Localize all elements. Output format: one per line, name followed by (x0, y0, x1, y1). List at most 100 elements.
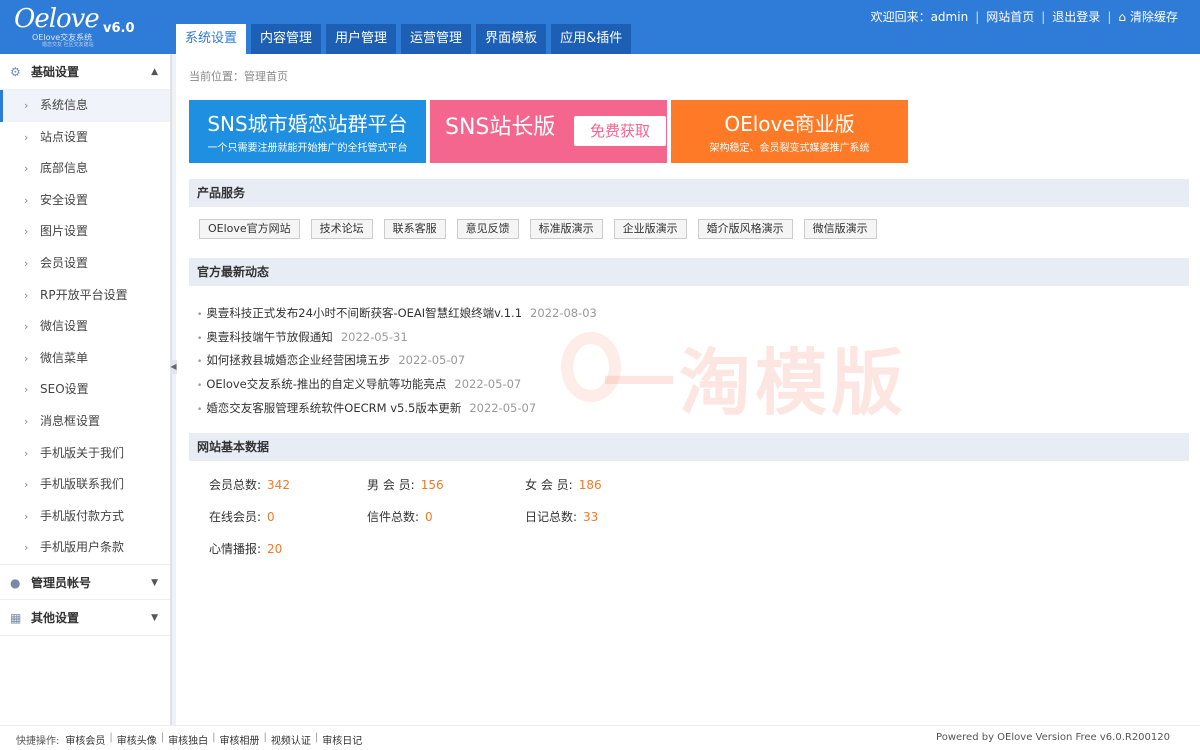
clear-cache-label: 清除缓存 (1129, 10, 1178, 24)
sidebar-item-rp-platform[interactable]: › RP开放平台设置 (0, 280, 170, 312)
chevron-right-icon: › (24, 193, 29, 207)
caret-down-icon: ▼ (151, 612, 158, 623)
brush-icon: ⌂ (1118, 10, 1126, 24)
chevron-right-icon: › (24, 162, 29, 176)
news-title[interactable]: 如何拯救县城婚恋企业经营困境五步 (206, 353, 390, 367)
banner-title: SNS站长版 (445, 115, 556, 140)
sidebar-item-footer-info[interactable]: › 底部信息 (0, 153, 170, 185)
header-links: 欢迎回来：admin | 网站首页 | 退出登录 | ⌂ 清除缓存 (871, 8, 1178, 25)
tab-operations-management[interactable]: 运营管理 (401, 24, 472, 54)
wechat-demo-button[interactable]: 微信版演示 (803, 219, 877, 239)
section-header-services: 产品服务 (189, 179, 1189, 207)
list-item[interactable]: • 奥壹科技端午节放假通知 2022-05-31 (197, 326, 597, 350)
sidebar-item-image-settings[interactable]: › 图片设置 (0, 216, 170, 248)
enterprise-demo-button[interactable]: 企业版演示 (613, 219, 687, 239)
sidebar-splitter[interactable] (171, 54, 176, 725)
official-site-button[interactable]: OElove官方网站 (199, 219, 300, 239)
quick-video-verify[interactable]: 视频认证 (271, 732, 311, 747)
sidebar-item-system-info[interactable]: › 系统信息 (0, 90, 170, 122)
tab-system-settings[interactable]: 系统设置 (176, 24, 247, 54)
main-content: 当前位置：管理首页 SNS城市婚恋站群平台 一个只需要注册就能开始推广的全托管式… (177, 54, 1200, 725)
sidebar-item-label: 手机版关于我们 (40, 445, 125, 460)
matchmaking-demo-button[interactable]: 婚介版风格演示 (697, 219, 793, 239)
sidebar-item-wechat-menu[interactable]: › 微信菜单 (0, 343, 170, 375)
quick-review-avatars[interactable]: 审核头像 (117, 732, 157, 747)
feedback-button[interactable]: 意见反馈 (456, 219, 519, 239)
chevron-right-icon: › (24, 256, 29, 270)
stat-value: 156 (420, 478, 444, 492)
collapse-left-icon[interactable]: ◀ (170, 360, 177, 374)
stat-value: 0 (267, 510, 275, 524)
tab-user-management[interactable]: 用户管理 (326, 24, 397, 54)
logout-link[interactable]: 退出登录 (1052, 8, 1100, 25)
chevron-right-icon: › (24, 383, 29, 397)
sidebar-item-mobile-terms[interactable]: › 手机版用户条款 (0, 532, 170, 564)
stat-value: 186 (578, 478, 602, 492)
sidebar-item-label: 系统信息 (40, 98, 89, 112)
quick-review-diaries[interactable]: 审核日记 (322, 732, 362, 747)
list-item[interactable]: • 如何拯救县城婚恋企业经营困境五步 2022-05-07 (197, 349, 597, 373)
stat-online-members: 在线会员: 0 (209, 508, 275, 525)
bullet-icon: • (197, 333, 203, 344)
sidebar-item-wechat-settings[interactable]: › 微信设置 (0, 311, 170, 343)
standard-demo-button[interactable]: 标准版演示 (529, 219, 603, 239)
banner-oelove-commercial[interactable]: OElove商业版 架构稳定、会员裂变式媒婆推广系统 (671, 100, 908, 163)
stat-female-members: 女 会 员: 186 (525, 476, 602, 493)
app-logo[interactable]: Oelove OElove交友系统 婚恋交友 社区交友建站 v6.0 (14, 4, 164, 48)
news-title[interactable]: OElove交友系统-推出的自定义导航等功能亮点 (206, 377, 446, 391)
logo-script: Oelove (14, 4, 100, 34)
sidebar-item-site-settings[interactable]: › 站点设置 (0, 122, 170, 154)
free-get-button[interactable]: 免费获取 (574, 116, 666, 146)
sidebar-item-mobile-payment[interactable]: › 手机版付款方式 (0, 501, 170, 533)
banner-subtitle: 一个只需要注册就能开始推广的全托管式平台 (207, 143, 408, 154)
news-title[interactable]: 婚恋交友客服管理系统软件OECRM v5.5版本更新 (206, 401, 461, 415)
stat-label: 信件总数: (367, 510, 420, 524)
chevron-right-icon: › (24, 99, 29, 112)
tab-apps-plugins[interactable]: 应用&插件 (551, 24, 632, 54)
sidebar-item-message-box[interactable]: › 消息框设置 (0, 406, 170, 438)
stat-total-letters: 信件总数: 0 (367, 508, 433, 525)
tech-forum-button[interactable]: 技术论坛 (310, 219, 373, 239)
tab-content-management[interactable]: 内容管理 (251, 24, 322, 54)
sidebar-item-mobile-contact[interactable]: › 手机版联系我们 (0, 469, 170, 501)
stat-total-members: 会员总数: 342 (209, 476, 290, 493)
sidebar-group-label: 管理员帐号 (31, 575, 92, 590)
sidebar-item-label: 手机版付款方式 (40, 508, 125, 523)
caret-down-icon: ▼ (151, 577, 158, 588)
sidebar-item-mobile-about[interactable]: › 手机版关于我们 (0, 438, 170, 470)
sidebar-item-security-settings[interactable]: › 安全设置 (0, 185, 170, 217)
news-title[interactable]: 奥壹科技端午节放假通知 (206, 330, 333, 344)
news-list: • 奥壹科技正式发布24小时不间断获客-OEAI智慧红娘终端v.1.1 2022-0… (197, 302, 597, 420)
list-item[interactable]: • OElove交友系统-推出的自定义导航等功能亮点 2022-05-07 (197, 373, 597, 397)
contact-support-button[interactable]: 联系客服 (383, 219, 446, 239)
banner-title: SNS城市婚恋站群平台 (207, 112, 408, 136)
banner-subtitle: 架构稳定、会员裂变式媒婆推广系统 (709, 143, 870, 154)
stat-label: 心情播报: (209, 542, 262, 556)
sidebar-item-member-settings[interactable]: › 会员设置 (0, 248, 170, 280)
list-item[interactable]: • 奥壹科技正式发布24小时不间断获客-OEAI智慧红娘终端v.1.1 2022-0… (197, 302, 597, 326)
news-title[interactable]: 奥壹科技正式发布24小时不间断获客-OEAI智慧红娘终端v.1.1 (206, 306, 522, 320)
sidebar-group-basic-settings[interactable]: ⚙ 基础设置 ▲ (0, 54, 170, 90)
stat-label: 男 会 员: (367, 478, 415, 492)
quick-review-albums[interactable]: 审核相册 (220, 732, 260, 747)
watermark: 一淘模版 (561, 322, 987, 425)
sidebar-item-seo-settings[interactable]: › SEO设置 (0, 374, 170, 406)
sidebar-item-label: 安全设置 (40, 192, 89, 207)
welcome-text: 欢迎回来：admin (870, 10, 969, 24)
clear-cache-link[interactable]: ⌂ 清除缓存 (1118, 8, 1178, 25)
quick-review-members[interactable]: 审核会员 (65, 732, 105, 747)
divider: | (109, 732, 113, 743)
home-link[interactable]: 网站首页 (986, 8, 1034, 25)
bullet-icon: • (197, 357, 203, 368)
tab-interface-templates[interactable]: 界面模板 (476, 24, 547, 54)
banner-sns-city[interactable]: SNS城市婚恋站群平台 一个只需要注册就能开始推广的全托管式平台 (189, 100, 426, 163)
sidebar-group-admin-accounts[interactable]: ● 管理员帐号 ▼ (0, 563, 170, 600)
stat-label: 会员总数: (209, 478, 262, 492)
list-item[interactable]: • 婚恋交友客服管理系统软件OECRM v5.5版本更新 2022-05-07 (197, 397, 597, 421)
divider: | (160, 732, 165, 743)
quick-review-monologues[interactable]: 审核独白 (168, 732, 208, 747)
banner-sns-webmaster[interactable]: SNS站长版 免费获取 (430, 100, 667, 163)
gear-icon: ⚙ (10, 65, 21, 79)
news-date: 2022-05-07 (398, 353, 466, 368)
sidebar-group-other-settings[interactable]: ▦ 其他设置 ▼ (0, 600, 170, 636)
